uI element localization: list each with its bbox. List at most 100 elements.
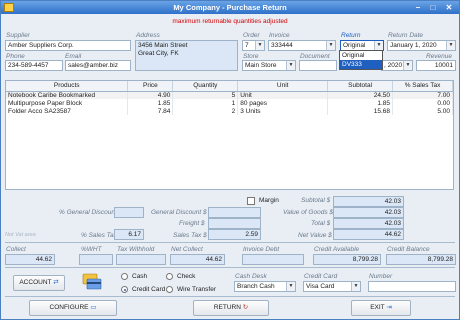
freight-label: Freight $ bbox=[179, 220, 205, 227]
chevron-down-icon[interactable]: ▼ bbox=[446, 41, 455, 50]
cell-subtotal[interactable]: 24.50 bbox=[327, 91, 394, 99]
chevron-down-icon[interactable]: ▼ bbox=[286, 282, 295, 291]
cell-product[interactable]: Notebook Caribe Bookmarked bbox=[6, 91, 129, 99]
collect-field: 44.62 bbox=[5, 254, 55, 265]
wire-transfer-radio[interactable] bbox=[166, 286, 173, 293]
credit-card-select[interactable]: Visa Card ▼ bbox=[303, 281, 361, 292]
supplier-value: Amber Suppliers Corp. bbox=[8, 42, 74, 49]
warning-message: maximum returnable quantities adjusted bbox=[172, 18, 288, 25]
order-select[interactable]: 7 ▼ bbox=[242, 40, 265, 51]
cell-unit[interactable]: 3 Units bbox=[237, 107, 329, 115]
app-icon bbox=[4, 3, 14, 12]
tax-label: Sales Tax $ bbox=[173, 232, 207, 239]
cash-desk-select[interactable]: Branch Cash ▼ bbox=[234, 281, 296, 292]
col-quantity[interactable]: Quantity bbox=[172, 81, 239, 92]
address-field[interactable]: 3456 Main Street Great City, FK bbox=[135, 40, 238, 71]
credit-card-radio[interactable] bbox=[121, 286, 128, 293]
revenue-field[interactable]: 10001 bbox=[416, 60, 456, 71]
account-button[interactable]: ACCOUNT ⇄ bbox=[13, 275, 65, 291]
divider bbox=[5, 242, 455, 243]
cell-quantity[interactable]: 1 bbox=[172, 99, 239, 107]
col-products[interactable]: Products bbox=[6, 81, 129, 92]
chevron-down-icon[interactable]: ▼ bbox=[403, 61, 412, 70]
number-field[interactable] bbox=[368, 281, 456, 292]
cell-unit[interactable]: 80 pages bbox=[237, 99, 329, 107]
table-row[interactable]: Notebook Caribe Bookmarked 4.90 5 Unit 2… bbox=[6, 91, 453, 99]
configure-icon: ▭ bbox=[90, 304, 97, 311]
cell-quantity[interactable]: 5 bbox=[172, 91, 239, 99]
chevron-down-icon[interactable]: ▼ bbox=[351, 282, 360, 291]
wht-field[interactable] bbox=[79, 254, 113, 265]
phone-field[interactable]: 234-589-4457 bbox=[5, 60, 63, 71]
cell-price[interactable]: 7.84 bbox=[127, 107, 174, 115]
chevron-down-icon[interactable]: ▼ bbox=[374, 41, 383, 50]
invoice-select[interactable]: 333444 ▼ bbox=[268, 40, 336, 51]
order-value: 7 bbox=[245, 42, 249, 49]
col-subtotal[interactable]: Subtotal bbox=[327, 81, 394, 92]
supplier-field[interactable]: Amber Suppliers Corp. bbox=[5, 40, 131, 51]
cell-unit[interactable]: Unit bbox=[237, 91, 329, 99]
pct-tax-field: 6.17 bbox=[114, 229, 144, 240]
cell-subtotal[interactable]: 1.85 bbox=[327, 99, 394, 107]
col-unit[interactable]: Unit bbox=[237, 81, 329, 92]
col-sales-tax[interactable]: % Sales Tax bbox=[392, 81, 453, 92]
cell-price[interactable]: 4.90 bbox=[127, 91, 174, 99]
subtotal-field: 42.03 bbox=[333, 196, 404, 207]
cell-price[interactable]: 1.85 bbox=[127, 99, 174, 107]
wire-transfer-label: Wire Transfer bbox=[177, 286, 217, 293]
email-field[interactable]: sales@amber.biz bbox=[65, 60, 131, 71]
check-radio[interactable] bbox=[166, 273, 173, 280]
cell-product[interactable]: Folder Acco SA23587 bbox=[6, 107, 129, 115]
table-row[interactable]: Folder Acco SA23587 7.84 2 3 Units 15.68… bbox=[6, 107, 453, 115]
return-date-partial-field[interactable]: , 2020 ▼ bbox=[381, 60, 413, 71]
supplier-label: Supplier bbox=[6, 32, 30, 39]
configure-button[interactable]: CONFIGURE ▭ bbox=[29, 300, 117, 316]
gen-discount-field[interactable] bbox=[208, 207, 261, 218]
subtotal-label: Subtotal $ bbox=[301, 197, 331, 204]
table-header: Products Price Quantity Unit Subtotal % … bbox=[6, 81, 453, 92]
col-price[interactable]: Price bbox=[127, 81, 174, 92]
cell-product[interactable]: Multipurpose Paper Block bbox=[6, 99, 129, 107]
margin-checkbox[interactable] bbox=[247, 197, 255, 205]
chevron-down-icon[interactable]: ▼ bbox=[255, 41, 264, 50]
chevron-down-icon[interactable]: ▼ bbox=[326, 41, 335, 50]
account-icon: ⇄ bbox=[53, 279, 59, 286]
chevron-down-icon[interactable]: ▼ bbox=[286, 61, 295, 70]
maximize-icon[interactable]: □ bbox=[426, 2, 440, 13]
close-icon[interactable]: ✕ bbox=[442, 2, 456, 13]
return-date-partial: , 2020 bbox=[384, 62, 403, 69]
cell-subtotal[interactable]: 15.68 bbox=[327, 107, 394, 115]
return-option-original[interactable]: Original bbox=[340, 51, 382, 60]
cash-label: Cash bbox=[132, 273, 148, 280]
return-button[interactable]: RETURN ↻ bbox=[193, 300, 269, 316]
net-field: 44.62 bbox=[333, 229, 404, 240]
cell-quantity[interactable]: 2 bbox=[172, 107, 239, 115]
tax-field: 2.59 bbox=[208, 229, 261, 240]
cell-sales-tax[interactable]: 7.00 bbox=[392, 91, 453, 99]
pct-discount-field[interactable] bbox=[114, 207, 144, 218]
cash-radio[interactable] bbox=[121, 273, 128, 280]
minimize-icon[interactable]: – bbox=[411, 2, 425, 13]
phone-label: Phone bbox=[6, 53, 25, 60]
wht-label: %WHT bbox=[81, 246, 102, 253]
cell-sales-tax[interactable]: 0.00 bbox=[392, 99, 453, 107]
table-row[interactable]: Multipurpose Paper Block 1.85 1 80 pages… bbox=[6, 99, 453, 107]
freight-field[interactable] bbox=[208, 218, 261, 229]
net-label: Net Value $ bbox=[298, 232, 332, 239]
return-option-dv333[interactable]: DV333 bbox=[340, 60, 382, 69]
invoice-debt-field bbox=[242, 254, 304, 265]
pct-tax-label: % Sales Tax bbox=[81, 232, 117, 239]
return-date-field[interactable]: January 1, 2020 ▼ bbox=[387, 40, 456, 51]
cell-sales-tax[interactable]: 5.00 bbox=[392, 107, 453, 115]
return-value: Original bbox=[343, 42, 366, 49]
store-select[interactable]: Main Store ▼ bbox=[242, 60, 296, 71]
invoice-value: 333444 bbox=[271, 42, 293, 49]
tax-withhold-field[interactable] bbox=[116, 254, 166, 265]
credit-balance-label: Credit Balance bbox=[387, 246, 430, 253]
exit-button[interactable]: EXIT ⇥ bbox=[351, 300, 411, 316]
return-date-value: January 1, 2020 bbox=[390, 42, 437, 49]
credit-card-value: Visa Card bbox=[306, 283, 335, 290]
net-collect-label: Net Collect bbox=[171, 246, 203, 253]
return-label: Return bbox=[341, 32, 361, 39]
document-field[interactable] bbox=[299, 60, 337, 71]
